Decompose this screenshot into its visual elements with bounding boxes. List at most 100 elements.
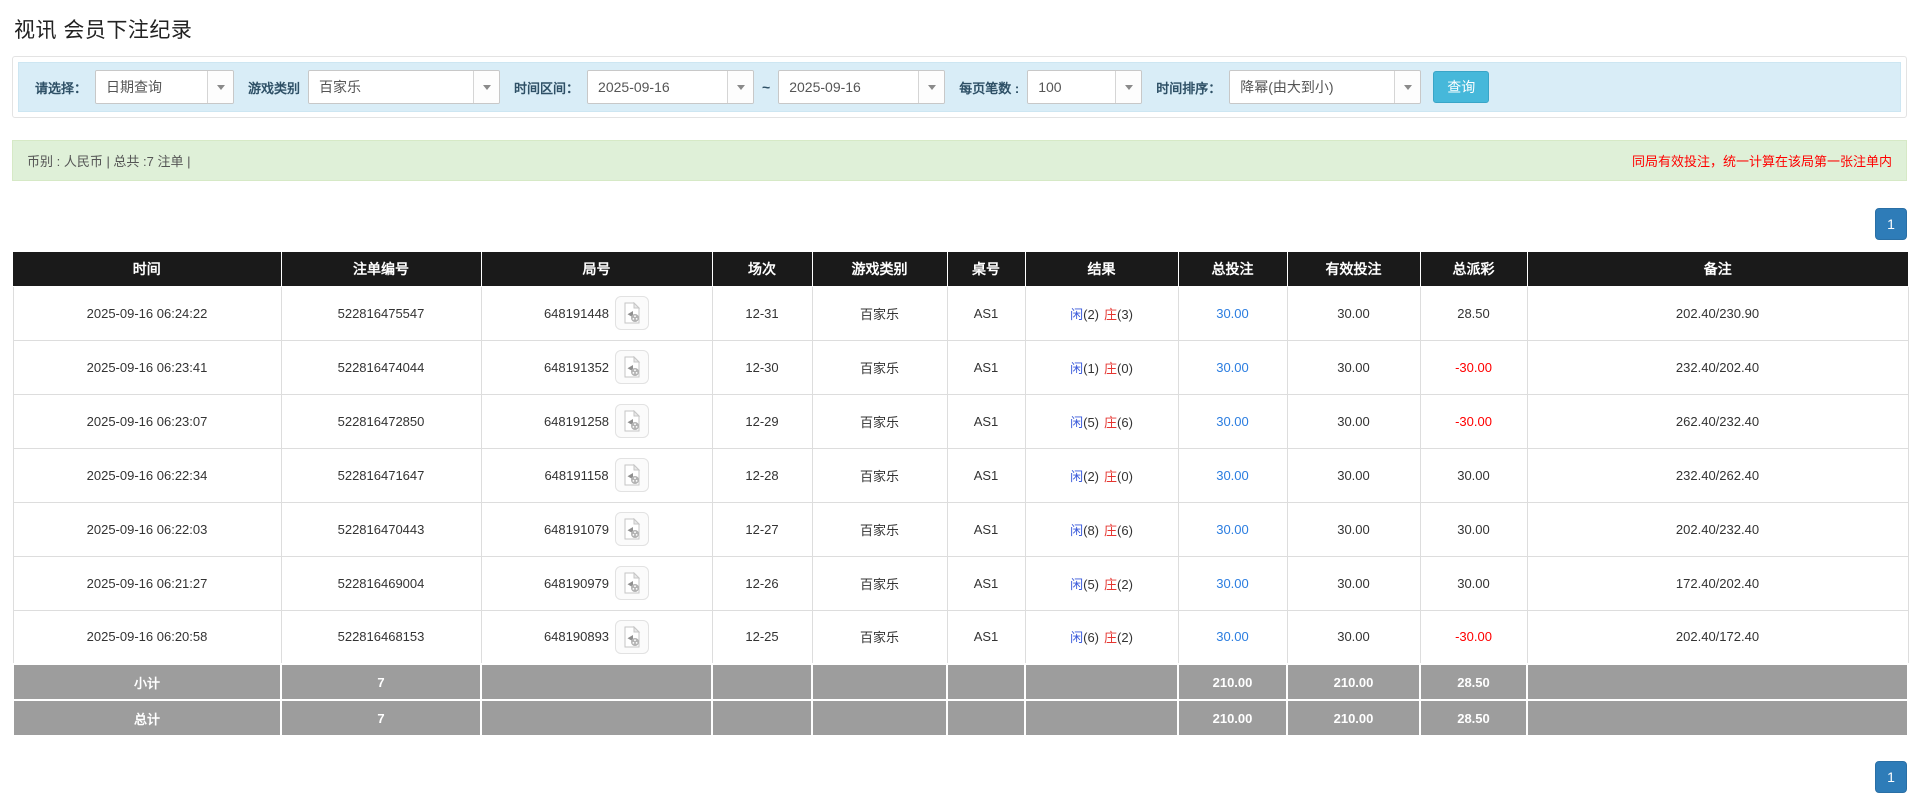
summary-note: 同局有效投注，统一计算在该局第一张注单内	[1631, 154, 1892, 169]
date-to-toggle[interactable]	[918, 71, 945, 103]
total-total-bet: 210.00	[1177, 699, 1288, 737]
game-type-label: 游戏类别	[248, 80, 301, 96]
caret-down-icon	[482, 84, 491, 90]
cell-table-no: AS1	[946, 339, 1026, 395]
game-type-select[interactable]: 百家乐	[308, 70, 501, 104]
caret-down-icon	[1403, 84, 1412, 90]
cell-round-id: 648191448	[480, 285, 713, 341]
table-row: 2025-09-16 06:22:34 522816471647 6481911…	[12, 447, 1909, 503]
total-bet-link[interactable]: 30.00	[1216, 414, 1249, 429]
page: 视讯 会员下注纪录 请选择： 日期查询 游戏类别 百家乐 时间区间： 2025-…	[0, 0, 1919, 805]
cell-time: 2025-09-16 06:21:27	[12, 555, 282, 611]
query-type-toggle[interactable]	[207, 71, 234, 103]
total-count: 7	[280, 699, 482, 737]
summary-currency-count: 币别 : 人民币 | 总共 :7 注单 |	[27, 154, 191, 169]
video-replay-button[interactable]	[615, 404, 650, 438]
column-header: 局号	[480, 252, 712, 287]
page-1-button[interactable]: 1	[1875, 208, 1907, 240]
cell-table-no: AS1	[946, 609, 1026, 665]
result-player-score: (8)	[1083, 522, 1099, 538]
result-player-score: (2)	[1083, 306, 1099, 322]
table-row: 2025-09-16 06:24:22 522816475547 6481914…	[12, 285, 1909, 341]
cell-remark: 202.40/230.90	[1526, 285, 1909, 341]
video-replay-icon	[624, 572, 641, 594]
result-banker-score: (3)	[1117, 306, 1133, 322]
page-size-toggle[interactable]	[1115, 71, 1142, 103]
total-bet-link[interactable]: 30.00	[1216, 576, 1249, 591]
video-replay-icon	[624, 464, 640, 486]
video-replay-button[interactable]	[615, 566, 650, 600]
time-sort-label: 时间排序：	[1156, 80, 1222, 96]
pagination-top: 1	[12, 208, 1907, 240]
total-bet-link[interactable]: 30.00	[1216, 306, 1249, 321]
caret-down-icon	[1124, 84, 1133, 90]
table-row: 2025-09-16 06:20:58 522816468153 6481908…	[12, 609, 1909, 665]
column-header: 结果	[1024, 252, 1178, 287]
cell-time: 2025-09-16 06:20:58	[12, 609, 282, 665]
cell-payout: 28.50	[1419, 285, 1528, 341]
result-player-label: 闲	[1070, 468, 1084, 484]
video-replay-button[interactable]	[615, 296, 650, 330]
total-bet-link[interactable]: 30.00	[1216, 629, 1249, 644]
page-size-select[interactable]: 100	[1027, 70, 1143, 104]
total-bet-link[interactable]: 30.00	[1216, 468, 1249, 483]
subtotal-count: 7	[280, 663, 482, 701]
date-from-value: 2025-09-16	[588, 71, 728, 103]
subtotal-label: 小计	[12, 663, 282, 701]
cell-bet-id: 522816470443	[280, 501, 482, 557]
bet-records-table: 时间 注单编号 局号 场次 游戏类别 桌号 结果 总投注 有效投注 总派彩 备注 2025-09-1…	[12, 252, 1909, 737]
date-to-select[interactable]: 2025-09-16	[778, 70, 946, 104]
cell-round-id: 648190979	[480, 555, 713, 611]
video-replay-button[interactable]	[615, 619, 650, 654]
subtotal-valid-bet: 210.00	[1286, 663, 1421, 701]
video-replay-button[interactable]	[615, 350, 650, 384]
result-player-score: (5)	[1083, 576, 1099, 592]
video-replay-button[interactable]	[615, 512, 650, 546]
cell-round-id: 648191258	[480, 393, 713, 449]
cell-bet-id: 522816474044	[280, 339, 482, 395]
cell-bet-id: 522816468153	[280, 609, 482, 665]
cell-bet-id: 522816472850	[280, 393, 482, 449]
time-sort-value: 降幂(由大到小)	[1230, 71, 1395, 103]
result-banker-label: 庄	[1104, 468, 1118, 484]
result-banker-score: (6)	[1117, 522, 1133, 538]
page-1-button[interactable]: 1	[1875, 761, 1907, 793]
video-replay-button[interactable]	[614, 458, 649, 492]
cell-table-no: AS1	[946, 285, 1026, 341]
cell-valid-bet: 30.00	[1286, 285, 1421, 341]
filter-panel: 请选择： 日期查询 游戏类别 百家乐 时间区间： 2025-09-16 ~ 20…	[12, 56, 1907, 118]
date-from-select[interactable]: 2025-09-16	[587, 70, 755, 104]
cell-remark: 232.40/202.40	[1526, 339, 1909, 395]
cell-valid-bet: 30.00	[1286, 555, 1421, 611]
subtotal-total-bet: 210.00	[1177, 663, 1288, 701]
total-bet-link[interactable]: 30.00	[1216, 360, 1249, 375]
total-bet-link[interactable]: 30.00	[1216, 522, 1249, 537]
query-type-select[interactable]: 日期查询	[95, 70, 235, 104]
result-player-label: 闲	[1070, 576, 1084, 592]
cell-payout: -30.00	[1419, 339, 1528, 395]
cell-time: 2025-09-16 06:22:03	[12, 501, 282, 557]
time-sort-toggle[interactable]	[1394, 71, 1421, 103]
date-to-value: 2025-09-16	[779, 71, 919, 103]
table-row: 2025-09-16 06:22:03 522816470443 6481910…	[12, 501, 1909, 557]
time-sort-select[interactable]: 降幂(由大到小)	[1229, 70, 1422, 104]
date-from-toggle[interactable]	[727, 71, 754, 103]
cell-remark: 202.40/232.40	[1526, 501, 1909, 557]
result-player-label: 闲	[1070, 414, 1084, 430]
total-payout: 28.50	[1419, 699, 1528, 737]
cell-result: 闲(5) 庄(2)	[1024, 555, 1179, 611]
result-player-label: 闲	[1070, 360, 1084, 376]
query-type-value: 日期查询	[96, 71, 208, 103]
game-type-toggle[interactable]	[473, 71, 500, 103]
cell-remark: 262.40/232.40	[1526, 393, 1909, 449]
result-player-score: (1)	[1083, 360, 1099, 376]
result-player-label: 闲	[1070, 522, 1084, 538]
column-header: 有效投注	[1286, 252, 1420, 287]
result-banker-label: 庄	[1104, 630, 1118, 646]
total-valid-bet: 210.00	[1286, 699, 1421, 737]
round-id-value: 648191158	[544, 467, 609, 483]
cell-total-bet: 30.00	[1177, 393, 1288, 449]
result-banker-score: (2)	[1117, 576, 1133, 592]
search-button[interactable]: 查询	[1433, 71, 1490, 103]
cell-game-type: 百家乐	[811, 555, 948, 611]
